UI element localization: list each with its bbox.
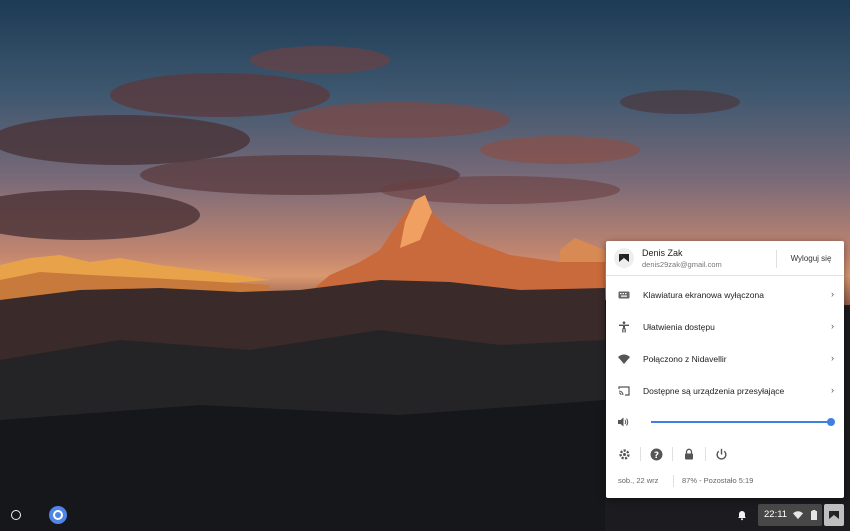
volume-slider-thumb[interactable]: [827, 418, 835, 426]
divider: [640, 447, 641, 461]
user-avatar: [614, 248, 634, 268]
row-accessibility[interactable]: Ułatwienia dostępu ›: [606, 311, 844, 343]
wifi-icon: [618, 354, 630, 364]
volume-row: [606, 411, 844, 433]
lock-icon: [685, 448, 693, 460]
notification-bell-icon[interactable]: [735, 508, 749, 522]
user-email: denis29zak@gmail.com: [642, 260, 722, 269]
chevron-right-icon: ›: [831, 385, 834, 395]
row-cast[interactable]: Dostępne są urządzenia przesyłające ›: [606, 375, 844, 407]
chevron-right-icon: ›: [831, 353, 834, 363]
row-network[interactable]: Połączono z Nidavellir ›: [606, 343, 844, 375]
shelf-avatar[interactable]: [824, 504, 844, 526]
quick-buttons: ?: [606, 444, 844, 464]
sign-out-button[interactable]: Wyloguj się: [782, 254, 840, 263]
divider: [776, 250, 777, 268]
cast-icon: [618, 386, 630, 396]
power-button[interactable]: [713, 446, 729, 462]
avatar-icon: [619, 254, 629, 262]
clock: 22:11: [764, 509, 788, 520]
volume-icon[interactable]: [617, 416, 629, 428]
system-tray-menu: Denis Zak denis29zak@gmail.com Wyloguj s…: [606, 241, 844, 498]
help-button[interactable]: ?: [648, 446, 664, 462]
row-label: Klawiatura ekranowa wyłączona: [643, 290, 764, 300]
settings-button[interactable]: [616, 446, 632, 462]
user-name: Denis Zak: [642, 248, 683, 258]
chevron-right-icon: ›: [831, 289, 834, 299]
divider: [705, 447, 706, 461]
row-label: Dostępne są urządzenia przesyłające: [643, 386, 785, 396]
lock-button[interactable]: [681, 446, 697, 462]
volume-slider-fill: [651, 421, 831, 423]
help-icon: ?: [650, 448, 662, 460]
power-icon: [716, 448, 726, 460]
settings-icon: [618, 448, 630, 460]
battery-status: 87% - Pozostało 5:19: [682, 476, 754, 485]
status-footer: sob., 22 wrz 87% - Pozostało 5:19: [606, 473, 844, 491]
chrome-browser-icon[interactable]: [49, 506, 67, 524]
date-label[interactable]: sob., 22 wrz: [618, 476, 658, 485]
row-label: Ułatwienia dostępu: [643, 322, 715, 332]
user-card: Denis Zak denis29zak@gmail.com Wyloguj s…: [606, 241, 844, 276]
avatar-icon: [829, 511, 839, 519]
svg-text:?: ?: [653, 450, 658, 460]
chrome-icon-core: [55, 512, 61, 518]
wifi-status-icon: [793, 511, 803, 520]
divider: [673, 475, 674, 487]
volume-slider[interactable]: [651, 418, 835, 426]
keyboard-icon: [618, 291, 630, 299]
divider: [672, 447, 673, 461]
status-area-button[interactable]: 22:11: [758, 504, 822, 526]
shelf: 22:11: [0, 500, 850, 531]
row-on-screen-keyboard[interactable]: Klawiatura ekranowa wyłączona ›: [606, 279, 844, 311]
battery-status-icon: [811, 510, 817, 520]
accessibility-icon: [619, 321, 629, 333]
chevron-right-icon: ›: [831, 321, 834, 331]
row-label: Połączono z Nidavellir: [643, 354, 727, 364]
launcher-button[interactable]: [11, 510, 21, 520]
